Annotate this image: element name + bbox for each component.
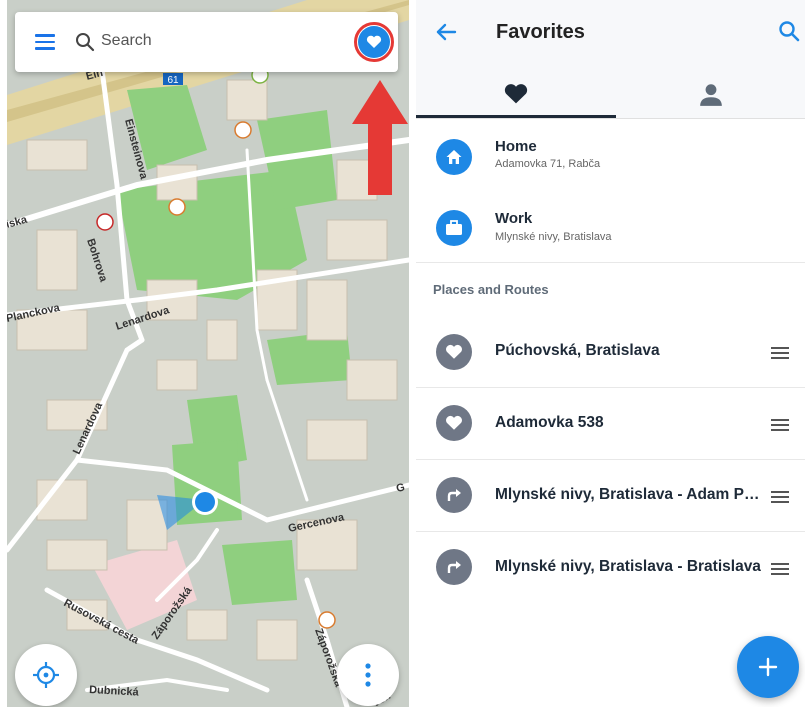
- drag-handle-icon[interactable]: [771, 491, 789, 503]
- drag-handle-icon[interactable]: [771, 419, 789, 431]
- drag-handle-icon[interactable]: [771, 347, 789, 359]
- more-options-button[interactable]: [337, 644, 399, 706]
- more-vertical-icon: [365, 663, 371, 687]
- search-icon[interactable]: [778, 20, 800, 42]
- app-root: 61 Ein Einsteinova Bohrova iska Planckov…: [0, 0, 805, 707]
- crosshair-icon: [33, 662, 59, 688]
- heart-icon: [504, 84, 528, 104]
- work-item[interactable]: Work Mlynské nivy, Bratislava: [416, 191, 805, 263]
- map-view[interactable]: 61 Ein Einsteinova Bohrova iska Planckov…: [7, 0, 409, 707]
- home-title: Home: [495, 138, 537, 155]
- route-title: Mlynské nivy, Bratislava - Bratislava: [495, 558, 761, 575]
- road-number: 61: [167, 75, 179, 86]
- favorites-header: Favorites: [416, 0, 805, 118]
- heart-icon: [436, 405, 472, 441]
- heart-icon: [366, 35, 382, 48]
- favorites-screen: Favorites Home Adamovka 71, Rabča Work M…: [416, 0, 805, 707]
- home-item[interactable]: Home Adamovka 71, Rabča: [416, 119, 805, 191]
- work-address: Mlynské nivy, Bratislava: [495, 231, 612, 243]
- plus-icon: [758, 657, 778, 677]
- map-search-bar[interactable]: Search: [15, 12, 398, 72]
- page-title: Favorites: [496, 21, 585, 43]
- favorite-title: Adamovka 538: [495, 414, 604, 431]
- search-input[interactable]: Search: [101, 32, 152, 50]
- favorite-item[interactable]: Púchovská, Bratislava: [416, 316, 805, 388]
- location-dot-icon: [195, 492, 215, 512]
- briefcase-icon: [436, 210, 472, 246]
- route-title: Mlynské nivy, Bratislava - Adam Pa...: [495, 486, 765, 503]
- locate-button[interactable]: [15, 644, 77, 706]
- favorite-item[interactable]: Adamovka 538: [416, 388, 805, 460]
- heart-icon: [436, 334, 472, 370]
- tab-favorites[interactable]: [416, 70, 616, 118]
- section-heading: Places and Routes: [433, 282, 549, 297]
- route-item[interactable]: Mlynské nivy, Bratislava - Bratislava: [416, 532, 805, 604]
- home-address: Adamovka 71, Rabča: [495, 158, 601, 170]
- person-icon: [699, 84, 722, 106]
- map-canvas[interactable]: 61 Ein Einsteinova Bohrova iska Planckov…: [7, 0, 409, 707]
- add-favorite-button[interactable]: [737, 636, 799, 698]
- route-arrow-icon: [436, 477, 472, 513]
- hamburger-icon[interactable]: [35, 34, 55, 50]
- home-icon: [436, 139, 472, 175]
- drag-handle-icon[interactable]: [771, 563, 789, 575]
- search-icon: [76, 33, 95, 52]
- divider: [416, 262, 805, 263]
- route-arrow-icon: [436, 549, 472, 585]
- favorite-title: Púchovská, Bratislava: [495, 342, 660, 359]
- route-item[interactable]: Mlynské nivy, Bratislava - Adam Pa...: [416, 460, 805, 532]
- tab-contacts[interactable]: [616, 70, 805, 118]
- favorites-button[interactable]: [358, 26, 390, 58]
- back-arrow-icon[interactable]: [434, 20, 458, 44]
- red-arrow-annotation: [352, 80, 408, 195]
- work-title: Work: [495, 210, 533, 227]
